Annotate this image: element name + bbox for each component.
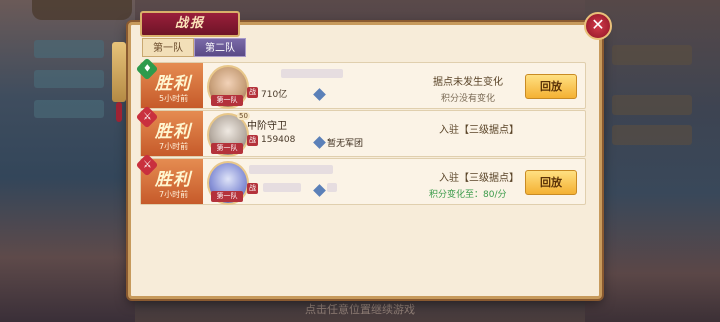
tab-team-1[interactable]: 第一队 (142, 38, 194, 57)
tassel-ornament (116, 102, 122, 122)
status-main: 据点未发生变化 (433, 77, 503, 88)
scroll-ornament (112, 42, 126, 102)
result-badge: ⚔ 胜利 7小时前 (135, 153, 203, 204)
legion-icon (313, 184, 326, 197)
legion-icon (313, 88, 326, 101)
team-tag: 第一队 (211, 191, 243, 202)
bg-panel (34, 70, 104, 88)
team-tabs: 第一队 第二队 (142, 38, 246, 58)
time-ago: 5小时前 (159, 94, 189, 103)
blurred-legion (327, 183, 337, 192)
result-label: 胜利 (155, 74, 191, 94)
dialog-title: 战报 (140, 11, 240, 37)
bg-top-tab (32, 0, 132, 20)
team-tag: 第一队 (211, 95, 243, 106)
blurred-power (263, 183, 301, 192)
time-ago: 7小时前 (159, 142, 189, 151)
power-value: 159408 (261, 135, 296, 145)
blurred-name (249, 165, 333, 174)
report-row: ⚔ 胜利 7小时前 第一队 战 入驻【三级据点】 积分变化至：80/分 回放 (135, 153, 586, 205)
bottom-hint: 点击任意位置继续游戏 (305, 303, 415, 316)
game-background-right (585, 0, 720, 322)
bg-panel (612, 95, 692, 115)
status-sub: 积分没有变化 (441, 94, 496, 104)
status-main: 入驻【三级据点】 (439, 125, 519, 136)
result-badge: ⚔ 胜利 7小时前 (135, 105, 203, 156)
blurred-name (281, 69, 343, 78)
bg-panel (34, 100, 104, 118)
result-label: 胜利 (155, 170, 191, 190)
team-tag: 第一队 (211, 143, 243, 154)
power-icon: 战 (247, 135, 258, 146)
close-button[interactable]: ✕ (584, 12, 612, 40)
report-row: ♦ 胜利 5小时前 第一队 战 710亿 据点未发生变化 积分没有变化 回放 (135, 57, 586, 109)
status-main: 入驻【三级据点】 (439, 173, 519, 184)
replay-button[interactable]: 回放 (525, 170, 577, 195)
time-ago: 7小时前 (159, 190, 189, 199)
result-label: 胜利 (155, 122, 191, 142)
report-row: ⚔ 胜利 7小时前 50 第一队 中阶守卫 战 159408 暂无军团 入驻【三… (135, 105, 586, 157)
status-sub: 积分变化至：80/分 (429, 190, 507, 200)
power-icon: 战 (247, 183, 258, 194)
player-name: 中阶守卫 (247, 121, 287, 132)
power-icon: 战 (247, 87, 258, 98)
legion-icon (313, 136, 326, 149)
result-badge: ♦ 胜利 5小时前 (135, 57, 203, 108)
tab-team-2[interactable]: 第二队 (194, 38, 246, 57)
power-value: 710亿 (261, 90, 288, 100)
bg-panel (612, 45, 692, 65)
bg-panel (612, 125, 692, 145)
bg-panel (34, 40, 104, 58)
replay-button[interactable]: 回放 (525, 74, 577, 99)
legion-name: 暂无军团 (327, 139, 364, 149)
